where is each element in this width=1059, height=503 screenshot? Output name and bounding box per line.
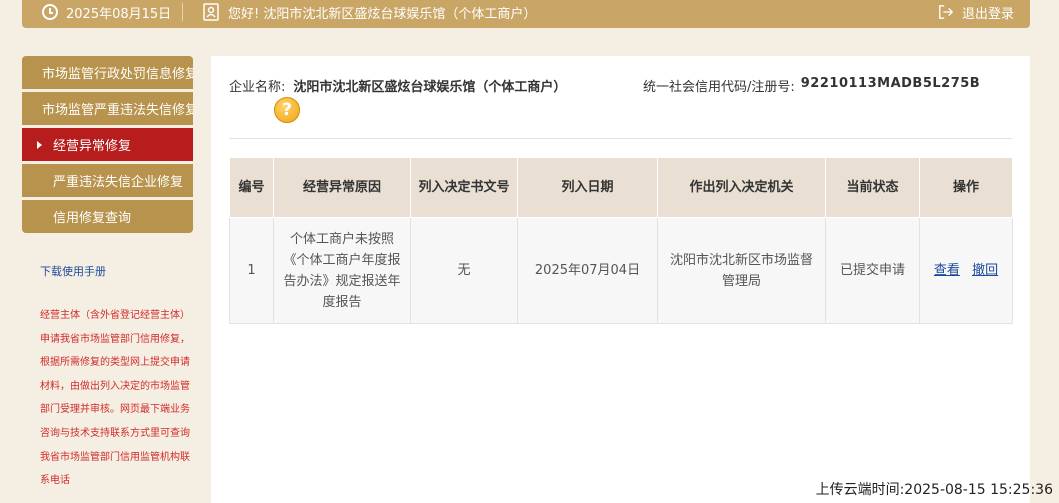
top-bar: 2025年08月15日 您好! 沈阳市沈北新区盛炫台球娱乐馆（个体工商户） 退出… — [22, 0, 1030, 28]
user-card-icon — [203, 3, 219, 21]
column-header: 操作 — [919, 157, 1013, 218]
logout-button[interactable]: 退出登录 — [938, 0, 1014, 24]
sidebar-item-label: 严重违法失信企业修复 — [53, 175, 184, 190]
help-icon[interactable]: ? — [274, 97, 300, 123]
cell-status: 已提交申请 — [825, 217, 920, 324]
column-header: 当前状态 — [825, 157, 920, 218]
table-row: 1 个体工商户未按照《个体工商户年度报告办法》规定报送年度报告 无 2025年0… — [229, 217, 1013, 324]
sidebar-item-label: 经营异常修复 — [53, 139, 132, 154]
abnormal-records-table: 编号 经营异常原因 列入决定书文号 列入日期 作出列入决定机关 当前状态 操作 … — [229, 157, 1013, 324]
sidebar-item-abnormal-operation-repair[interactable]: 经营异常修复 — [22, 128, 193, 161]
sidebar-item-admin-penalty-repair[interactable]: 市场监管行政处罚信息修复 — [22, 56, 193, 89]
table-header-row: 编号 经营异常原因 列入决定书文号 列入日期 作出列入决定机关 当前状态 操作 — [229, 157, 1013, 218]
cell-no: 1 — [229, 217, 274, 324]
credit-code-label: 统一社会信用代码/注册号: — [643, 80, 795, 95]
withdraw-link[interactable]: 撤回 — [972, 263, 998, 278]
cell-actions: 查看 撤回 — [919, 217, 1013, 324]
notice-text: 经营主体（含外省登记经营主体）申请我省市场监管部门信用修复，根据所需修复的类型网… — [40, 310, 190, 487]
clock-icon — [42, 4, 58, 20]
sidebar-item-serious-dishonesty-repair[interactable]: 市场监管严重违法失信修复 — [22, 92, 193, 125]
cell-doc-no: 无 — [410, 217, 518, 324]
column-header: 作出列入决定机关 — [657, 157, 826, 218]
column-header: 列入日期 — [517, 157, 658, 218]
sidebar-item-label: 市场监管严重违法失信修复 — [42, 103, 193, 118]
topbar-divider — [182, 3, 183, 21]
credit-code-row: 统一社会信用代码/注册号: 92210113MADB5L275B — [643, 76, 980, 95]
cell-date: 2025年07月04日 — [517, 217, 658, 324]
company-name-label: 企业名称: — [229, 80, 286, 95]
sidebar-item-repair-query[interactable]: 信用修复查询 — [22, 200, 193, 233]
logout-label[interactable]: 退出登录 — [962, 3, 1014, 22]
main-panel: 企业名称: 沈阳市沈北新区盛炫台球娱乐馆（个体工商户） ? 统一社会信用代码/注… — [211, 56, 1030, 503]
column-header: 列入决定书文号 — [410, 157, 518, 218]
sidebar-item-serious-enterprise-repair[interactable]: 严重违法失信企业修复 — [22, 164, 193, 197]
company-name-row: 企业名称: 沈阳市沈北新区盛炫台球娱乐馆（个体工商户） — [229, 76, 566, 95]
cell-authority: 沈阳市沈北新区市场监督管理局 — [657, 217, 826, 324]
sidebar-item-label: 信用修复查询 — [53, 211, 132, 226]
upload-time: 上传云端时间:2025-08-15 15:25:36 — [815, 482, 1053, 498]
date-display: 2025年08月15日 — [42, 0, 171, 24]
view-link[interactable]: 查看 — [934, 263, 960, 278]
sidebar-item-label: 市场监管行政处罚信息修复 — [42, 67, 193, 82]
divider — [229, 138, 1012, 139]
download-manual-link[interactable]: 下载使用手册 — [40, 263, 106, 279]
company-name-value: 沈阳市沈北新区盛炫台球娱乐馆（个体工商户） — [293, 80, 567, 95]
date-text: 2025年08月15日 — [66, 6, 172, 22]
column-header: 编号 — [229, 157, 274, 218]
greeting-text: 您好! 沈阳市沈北新区盛炫台球娱乐馆（个体工商户） — [228, 6, 537, 22]
chevron-right-icon — [37, 140, 42, 149]
logout-icon — [939, 5, 954, 19]
credit-code-value: 92210113MADB5L275B — [800, 76, 981, 91]
greeting: 您好! 沈阳市沈北新区盛炫台球娱乐馆（个体工商户） — [202, 0, 536, 24]
cell-reason: 个体工商户未按照《个体工商户年度报告办法》规定报送年度报告 — [273, 217, 411, 324]
sidebar-menu: 市场监管行政处罚信息修复 市场监管严重违法失信修复 经营异常修复 严重违法失信企… — [22, 56, 193, 236]
column-header: 经营异常原因 — [273, 157, 411, 218]
